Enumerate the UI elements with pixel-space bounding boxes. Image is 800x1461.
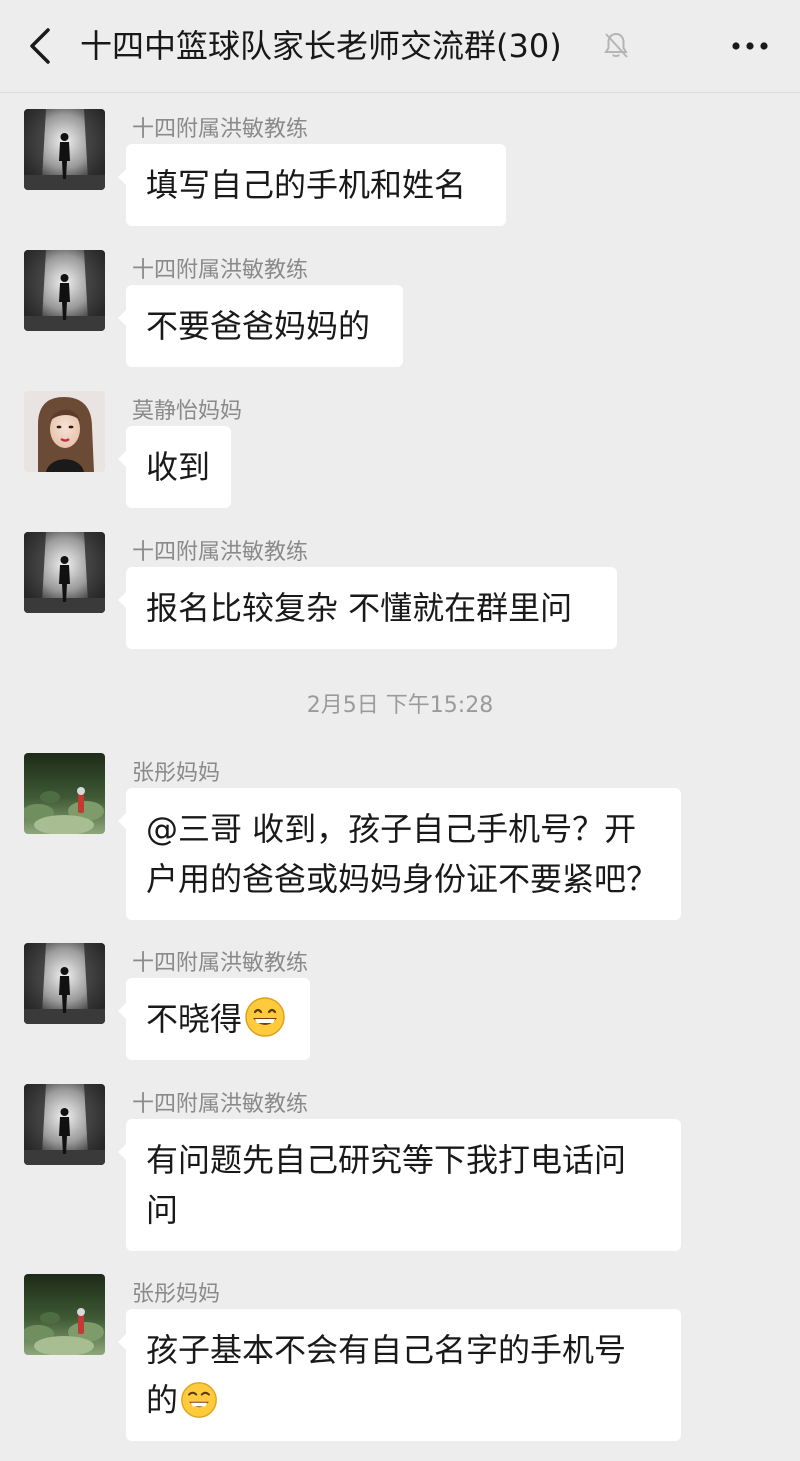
message-text-line: @三哥 收到，孩子自己手机号？开	[146, 810, 637, 848]
chat-title: 十四中篮球队家长老师交流群(30)	[80, 27, 562, 65]
message-text: 报名比较复杂 不懂就在群里问	[146, 589, 573, 627]
more-dots-icon	[732, 42, 768, 50]
coach-avatar[interactable]	[24, 250, 105, 331]
message-text-line: 的	[146, 1375, 661, 1425]
woman-avatar[interactable]	[24, 391, 105, 472]
chevron-left-icon	[30, 28, 50, 64]
sender-name: 张彤妈妈	[132, 1282, 221, 1307]
message-bubble[interactable]: @三哥 收到，孩子自己手机号？开 户用的爸爸或妈妈身份证不要紧吧？	[118, 788, 681, 920]
sender-name: 十四附属洪敏教练	[132, 1092, 309, 1117]
sender-name: 十四附属洪敏教练	[132, 258, 309, 283]
chat-header: 十四中篮球队家长老师交流群(30)	[0, 0, 800, 93]
coach-avatar[interactable]	[24, 532, 105, 613]
chat-timestamp: 2月5日 下午15:28	[306, 693, 494, 718]
coach-avatar[interactable]	[24, 1084, 105, 1165]
sender-name: 十四附属洪敏教练	[132, 540, 309, 565]
sender-name: 十四附属洪敏教练	[132, 951, 309, 976]
message-text-line: 户用的爸爸或妈妈身份证不要紧吧？	[146, 860, 659, 898]
message-text: 填写自己的手机和姓名	[146, 166, 467, 204]
message-bubble[interactable]: 收到	[118, 426, 231, 508]
message-bubble[interactable]: 报名比较复杂 不懂就在群里问	[118, 567, 617, 649]
sender-name: 十四附属洪敏教练	[132, 117, 309, 142]
message-text: 不要爸爸妈妈的	[146, 307, 371, 345]
message-text: 的	[146, 1381, 179, 1419]
message-text-line: 问	[146, 1191, 179, 1229]
coach-avatar[interactable]	[24, 109, 105, 190]
garden-avatar[interactable]	[24, 753, 105, 834]
grinning-emoji	[245, 997, 285, 1037]
message-text-line: 有问题先自己研究等下我打电话问	[146, 1141, 627, 1179]
bell-muted-icon	[604, 32, 628, 58]
message-text-line: 孩子基本不会有自己名字的手机号	[146, 1331, 627, 1369]
message-bubble[interactable]: 填写自己的手机和姓名	[118, 144, 506, 226]
sender-name: 张彤妈妈	[132, 761, 221, 786]
more-options-button[interactable]	[720, 26, 780, 66]
message-bubble[interactable]: 不晓得	[118, 978, 310, 1060]
message-bubble[interactable]: 有问题先自己研究等下我打电话问 问	[118, 1119, 681, 1251]
message-bubble[interactable]: 孩子基本不会有自己名字的手机号 的	[118, 1309, 681, 1441]
smirk-emoji	[181, 1382, 217, 1418]
message-text: 收到	[146, 448, 211, 486]
back-button[interactable]	[22, 22, 66, 70]
sender-name: 莫静怡妈妈	[132, 399, 243, 424]
message-bubble[interactable]: 不要爸爸妈妈的	[118, 285, 403, 367]
garden-avatar[interactable]	[24, 1274, 105, 1355]
coach-avatar[interactable]	[24, 943, 105, 1024]
message-text: 不晓得	[146, 1000, 243, 1038]
